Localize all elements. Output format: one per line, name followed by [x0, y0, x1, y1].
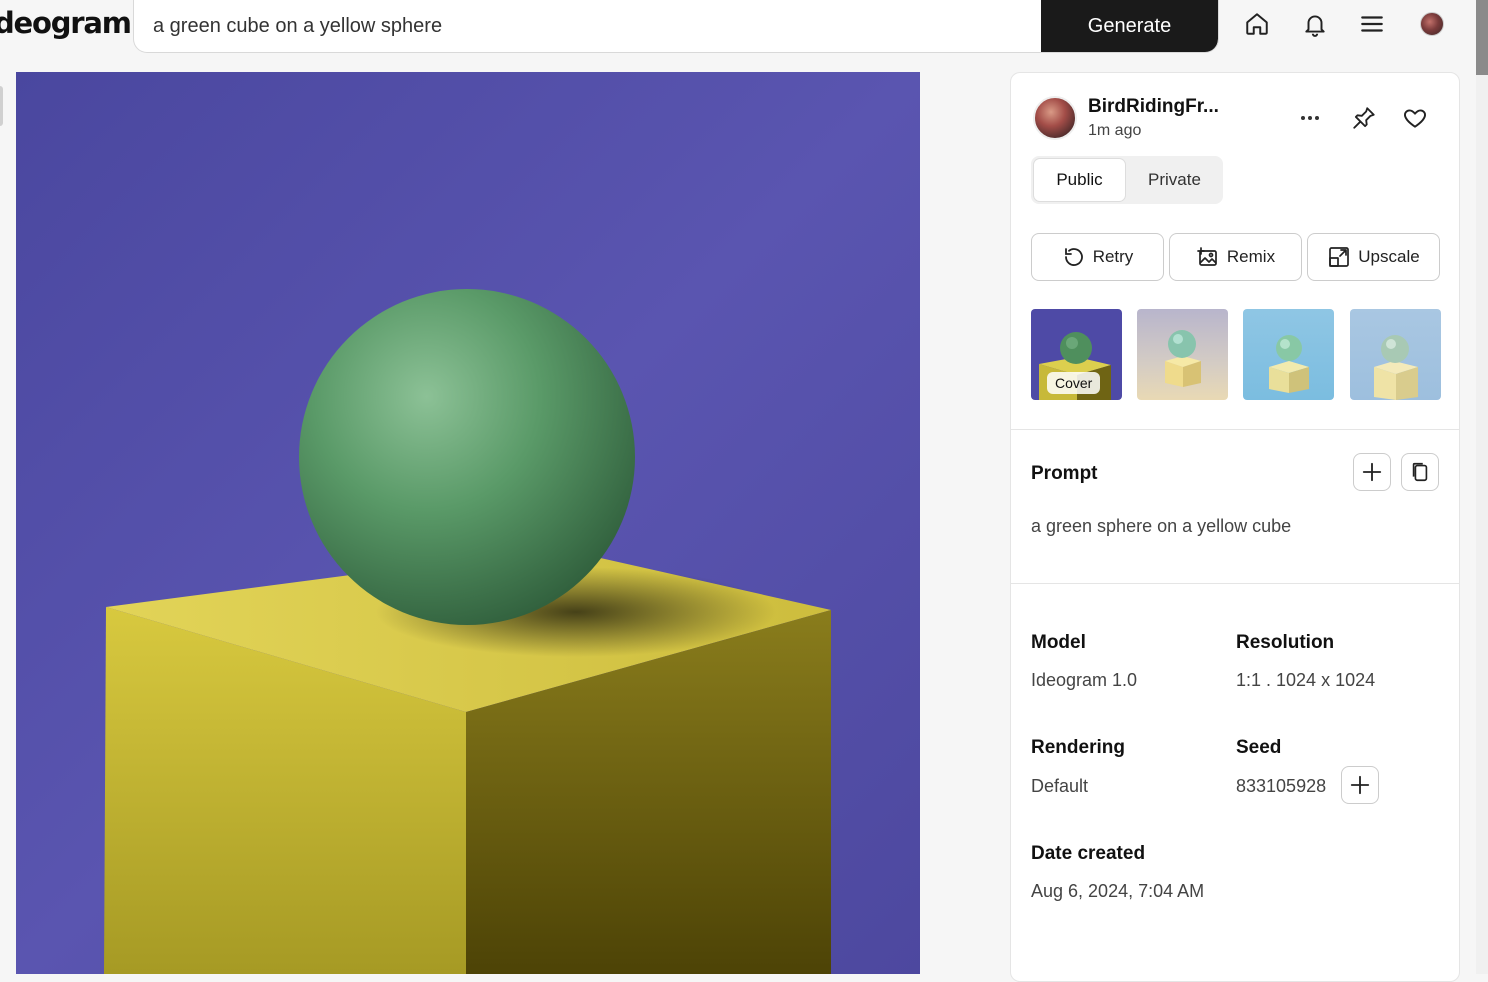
seed-value: 833105928 — [1236, 776, 1327, 796]
generate-button[interactable]: Generate — [1041, 0, 1218, 52]
upscale-label: Upscale — [1358, 247, 1420, 266]
model-value: Ideogram 1.0 — [1031, 670, 1138, 690]
retry-label: Retry — [1092, 247, 1134, 266]
generated-image[interactable] — [16, 72, 920, 974]
retry-button[interactable]: Retry — [1031, 233, 1164, 281]
rendering-label: Rendering — [1031, 737, 1125, 758]
thumbnail-4[interactable] — [1350, 309, 1441, 400]
thumbnail-2[interactable] — [1137, 309, 1228, 400]
upscale-icon — [1329, 247, 1350, 267]
add-seed-button[interactable] — [1341, 766, 1379, 804]
date-created-value: Aug 6, 2024, 7:04 AM — [1031, 881, 1205, 901]
copy-icon — [1412, 462, 1428, 482]
add-prompt-button[interactable] — [1353, 453, 1391, 491]
thumbnail-3[interactable] — [1243, 309, 1334, 400]
more-options-icon[interactable] — [1295, 103, 1325, 133]
copy-prompt-button[interactable] — [1401, 453, 1439, 491]
menu-icon[interactable] — [1356, 8, 1388, 40]
resolution-label: Resolution — [1236, 632, 1335, 653]
top-bar: deogram Generate — [0, 0, 1476, 56]
prompt-text: a green sphere on a yellow cube — [1031, 516, 1292, 536]
upscale-button[interactable]: Upscale — [1307, 233, 1440, 281]
visibility-toggle: Public Private — [1031, 156, 1223, 204]
scrollbar-thumb[interactable] — [1476, 0, 1488, 75]
remix-button[interactable]: Remix — [1169, 233, 1302, 281]
model-label: Model — [1031, 632, 1086, 653]
prompt-input[interactable] — [134, 0, 1044, 52]
rendering-value: Default — [1031, 776, 1089, 796]
post-time: 1m ago — [1088, 122, 1142, 139]
cover-badge: Cover — [1047, 372, 1101, 394]
resolution-value: 1:1 . 1024 x 1024 — [1236, 670, 1376, 690]
public-option[interactable]: Public — [1033, 158, 1126, 202]
divider — [1011, 583, 1459, 584]
pin-icon[interactable] — [1349, 103, 1379, 133]
divider — [1011, 429, 1459, 430]
heart-icon[interactable] — [1400, 103, 1430, 133]
scrollbar[interactable] — [1476, 0, 1488, 974]
thumbnail-1[interactable]: Cover — [1031, 309, 1122, 400]
side-handle[interactable] — [0, 86, 3, 126]
seed-label: Seed — [1236, 737, 1282, 758]
plus-icon — [1362, 462, 1382, 482]
image-details-panel: BirdRidingFr... 1m ago Public Private Re… — [1010, 72, 1460, 982]
user-avatar[interactable] — [1420, 12, 1444, 36]
date-created-label: Date created — [1031, 843, 1146, 864]
bell-icon[interactable] — [1299, 8, 1331, 40]
search-bar: Generate — [133, 0, 1219, 53]
author-avatar[interactable] — [1033, 96, 1077, 140]
prompt-title: Prompt — [1031, 463, 1098, 484]
plus-icon — [1350, 775, 1370, 795]
remix-icon — [1197, 247, 1217, 266]
logo[interactable]: deogram — [0, 6, 132, 40]
author-name[interactable]: BirdRidingFr... — [1088, 96, 1219, 118]
home-icon[interactable] — [1241, 8, 1273, 40]
private-option[interactable]: Private — [1128, 158, 1221, 202]
retry-icon — [1064, 248, 1083, 266]
remix-label: Remix — [1226, 247, 1276, 266]
